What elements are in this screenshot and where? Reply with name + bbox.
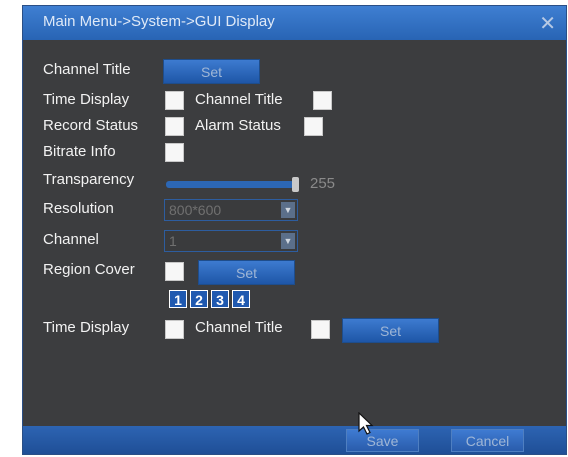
dropdown-arrow-icon[interactable]: ▼: [281, 233, 295, 249]
title-bar: Main Menu->System->GUI Display ✕: [23, 6, 566, 40]
alarm-status-checkbox[interactable]: [304, 117, 323, 136]
channel-label: Channel: [43, 231, 99, 248]
resolution-value: 800*600: [169, 202, 222, 218]
time-display-overlay-label: Time Display: [43, 319, 130, 336]
region-cover-set-button[interactable]: Set: [198, 260, 295, 285]
resolution-select[interactable]: 800*600 ▼: [164, 199, 298, 221]
transparency-label: Transparency: [43, 171, 135, 188]
time-display-checkbox[interactable]: [165, 91, 184, 110]
region-3-button[interactable]: 3: [211, 290, 229, 308]
gui-display-dialog: Main Menu->System->GUI Display ✕ Channel…: [22, 5, 567, 455]
transparency-slider-track[interactable]: [166, 181, 294, 188]
channel-title-check-label: Channel Title: [195, 91, 283, 108]
region-cover-label: Region Cover: [43, 261, 135, 278]
mouse-cursor-icon: [358, 412, 374, 435]
region-cover-checkbox[interactable]: [165, 262, 184, 281]
record-status-checkbox[interactable]: [165, 117, 184, 136]
window-title: Main Menu->System->GUI Display: [43, 13, 275, 30]
cancel-button[interactable]: Cancel: [451, 429, 524, 452]
time-display-label: Time Display: [43, 91, 130, 108]
channel-title-overlay-label: Channel Title: [195, 319, 283, 336]
time-display-overlay-checkbox[interactable]: [165, 320, 184, 339]
bitrate-info-checkbox[interactable]: [165, 143, 184, 162]
channel-select[interactable]: 1 ▼: [164, 230, 298, 252]
dropdown-arrow-icon[interactable]: ▼: [281, 202, 295, 218]
transparency-slider-handle[interactable]: [292, 177, 299, 192]
channel-title-set-button[interactable]: Set: [163, 59, 260, 84]
channel-value: 1: [169, 233, 177, 249]
resolution-label: Resolution: [43, 200, 114, 217]
record-status-label: Record Status: [43, 117, 139, 134]
bitrate-info-label: Bitrate Info: [43, 143, 116, 160]
close-icon[interactable]: ✕: [539, 11, 556, 36]
region-2-button[interactable]: 2: [190, 290, 208, 308]
transparency-value: 255: [310, 175, 336, 192]
region-4-button[interactable]: 4: [232, 290, 250, 308]
overlay-set-button[interactable]: Set: [342, 318, 439, 343]
region-1-button[interactable]: 1: [169, 290, 187, 308]
alarm-status-label: Alarm Status: [195, 117, 281, 134]
save-button[interactable]: Save: [346, 429, 419, 452]
channel-title-label: Channel Title: [43, 61, 131, 78]
channel-title-overlay-checkbox[interactable]: [311, 320, 330, 339]
channel-title-checkbox[interactable]: [313, 91, 332, 110]
footer-bar: Save Cancel: [23, 426, 566, 454]
